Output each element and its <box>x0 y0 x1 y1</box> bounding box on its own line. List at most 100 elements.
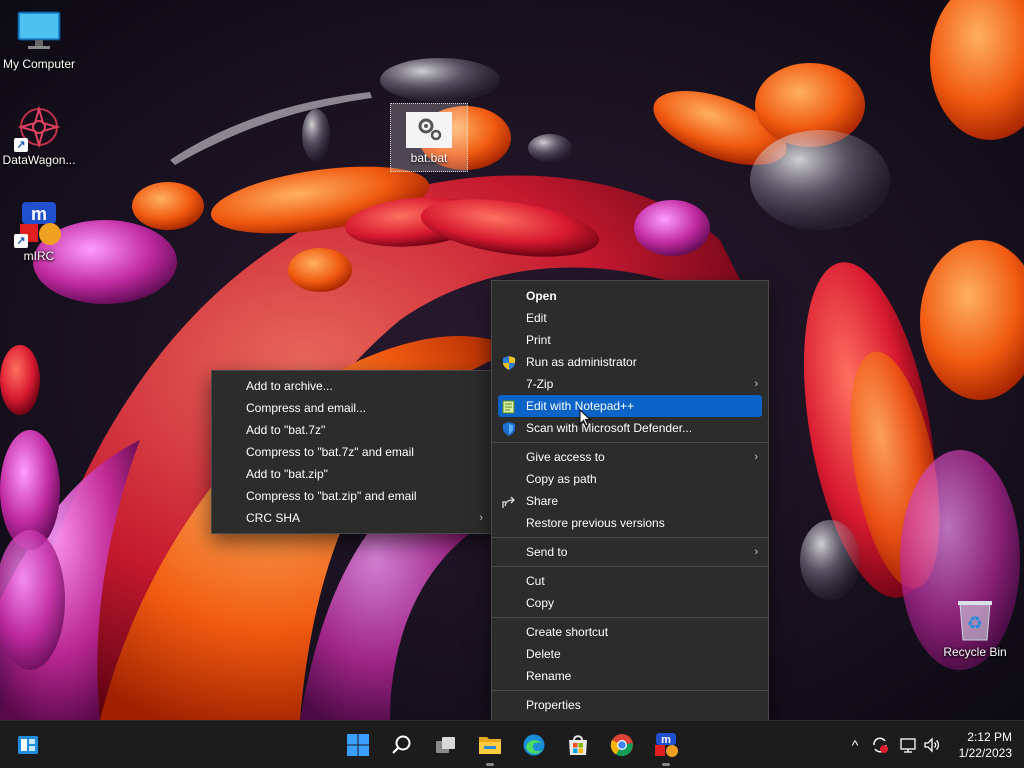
datawagon-icon: ↗ <box>14 104 62 152</box>
show-hidden-icons-button[interactable]: ^ <box>846 735 864 755</box>
menu-item-compress-and-email[interactable]: Compress and email... <box>212 397 493 419</box>
menu-item-copy[interactable]: Copy <box>492 592 768 614</box>
store-icon <box>569 735 587 755</box>
menu-item-label: Add to "bat.zip" <box>246 467 328 481</box>
clock-time: 2:12 PM <box>967 730 1012 744</box>
share-icon <box>502 494 516 508</box>
widgets-icon <box>18 736 38 754</box>
gear-file-icon <box>406 112 452 148</box>
chevron-up-icon: ^ <box>851 737 859 753</box>
menu-item-open[interactable]: Open <box>492 285 768 307</box>
menu-item-label: Open <box>526 289 557 303</box>
menu-item-label: Compress to "bat.zip" and email <box>246 489 417 503</box>
menu-item-copy-as-path[interactable]: Copy as path <box>492 468 768 490</box>
menu-item-label: Rename <box>526 669 572 683</box>
store-button[interactable] <box>562 729 594 761</box>
volume-button[interactable] <box>922 735 942 755</box>
menu-item-label: Delete <box>526 647 561 661</box>
menu-item-delete[interactable]: Delete <box>492 643 768 665</box>
desktop-icon-label: bat.bat <box>410 151 448 165</box>
menu-item-give-access-to[interactable]: Give access to › <box>492 446 768 468</box>
menu-item-share[interactable]: Share <box>492 490 768 512</box>
task-view-button[interactable] <box>430 729 462 761</box>
update-status-button[interactable] <box>870 735 890 755</box>
widgets-button[interactable] <box>12 729 44 761</box>
menu-item-print[interactable]: Print <box>492 329 768 351</box>
menu-item-run-as-administrator[interactable]: Run as administrator <box>492 351 768 373</box>
chevron-right-icon: › <box>754 378 758 390</box>
menu-item-label: Cut <box>526 574 545 588</box>
task-view-icon <box>436 737 455 753</box>
menu-item-label: Add to "bat.7z" <box>246 423 326 437</box>
desktop-icon-label: DataWagon... <box>2 153 76 167</box>
menu-item-label: Restore previous versions <box>526 516 665 530</box>
menu-item-label: Share <box>526 494 559 508</box>
taskbar: m ^ 2:12 PM 1/22/2023 <box>0 720 1024 768</box>
chrome-icon <box>610 734 633 757</box>
clock[interactable]: 2:12 PM 1/22/2023 <box>959 729 1012 761</box>
mirc-taskbar-button[interactable]: m <box>650 729 682 766</box>
mirc-icon: m <box>655 733 678 757</box>
menu-item-label: Give access to <box>526 450 605 464</box>
mirc-icon: m ↗ <box>14 200 62 248</box>
search-button[interactable] <box>386 729 418 761</box>
running-indicator <box>662 763 670 766</box>
menu-item-compress-to-bat-7z-email[interactable]: Compress to "bat.7z" and email <box>212 441 493 463</box>
context-menu: Open Edit Print Run as administrator 7-Z… <box>491 280 769 721</box>
menu-item-properties[interactable]: Properties <box>492 694 768 716</box>
start-button[interactable] <box>342 729 374 761</box>
svg-text:m: m <box>661 734 671 746</box>
menu-item-compress-to-bat-zip-email[interactable]: Compress to "bat.zip" and email <box>212 485 493 507</box>
volume-icon <box>924 737 940 753</box>
menu-item-7-zip[interactable]: 7-Zip › <box>492 373 768 395</box>
menu-item-crc-sha[interactable]: CRC SHA › <box>212 507 493 529</box>
menu-item-edit[interactable]: Edit <box>492 307 768 329</box>
menu-separator <box>492 566 768 567</box>
menu-item-scan-with-defender[interactable]: Scan with Microsoft Defender... <box>492 417 768 439</box>
menu-item-label: Run as administrator <box>526 355 637 369</box>
menu-item-label: CRC SHA <box>246 511 301 525</box>
notepadpp-icon <box>502 399 516 414</box>
desktop-icon-datawagon[interactable]: ↗ DataWagon... <box>0 104 81 167</box>
file-explorer-button[interactable] <box>474 729 506 766</box>
desktop-icon-label: mIRC <box>23 249 55 263</box>
network-icon <box>900 738 916 753</box>
menu-separator <box>492 690 768 691</box>
edge-button[interactable] <box>518 729 550 761</box>
clock-date: 1/22/2023 <box>958 746 1012 760</box>
menu-item-label: Add to archive... <box>246 379 333 393</box>
search-icon <box>392 735 411 754</box>
file-explorer-icon <box>479 737 501 754</box>
mouse-cursor-icon <box>579 409 591 427</box>
svg-text:♻: ♻ <box>967 613 983 634</box>
menu-item-rename[interactable]: Rename <box>492 665 768 687</box>
running-indicator <box>486 763 494 766</box>
chrome-button[interactable] <box>606 729 638 761</box>
menu-item-label: Create shortcut <box>526 625 609 639</box>
desktop-icon-label: My Computer <box>2 57 76 71</box>
menu-item-label: Properties <box>526 698 581 712</box>
menu-item-label: Compress to "bat.7z" and email <box>246 445 414 459</box>
desktop-icon-my-computer[interactable]: My Computer <box>0 8 81 71</box>
svg-text:m: m <box>31 204 47 224</box>
sync-alert-icon <box>873 737 888 753</box>
desktop-icon-recycle-bin[interactable]: ♻ Recycle Bin <box>933 596 1017 659</box>
menu-item-add-to-bat-7z[interactable]: Add to "bat.7z" <box>212 419 493 441</box>
menu-item-label: Send to <box>526 545 568 559</box>
menu-item-label: Copy <box>526 596 555 610</box>
menu-item-add-to-archive[interactable]: Add to archive... <box>212 375 493 397</box>
menu-item-label: Edit <box>526 311 547 325</box>
menu-item-restore-previous-versions[interactable]: Restore previous versions <box>492 512 768 534</box>
menu-item-send-to[interactable]: Send to › <box>492 541 768 563</box>
menu-item-create-shortcut[interactable]: Create shortcut <box>492 621 768 643</box>
menu-item-label: Compress and email... <box>246 401 367 415</box>
chevron-right-icon: › <box>754 546 758 558</box>
desktop-icon-mirc[interactable]: m ↗ mIRC <box>0 200 81 263</box>
desktop-icon-bat-file[interactable]: bat.bat <box>390 103 468 172</box>
menu-item-cut[interactable]: Cut <box>492 570 768 592</box>
network-button[interactable] <box>898 735 918 755</box>
defender-icon <box>502 421 516 436</box>
menu-item-edit-with-notepadpp[interactable]: Edit with Notepad++ <box>498 395 762 417</box>
menu-item-label: 7-Zip <box>526 377 554 391</box>
menu-item-add-to-bat-zip[interactable]: Add to "bat.zip" <box>212 463 493 485</box>
